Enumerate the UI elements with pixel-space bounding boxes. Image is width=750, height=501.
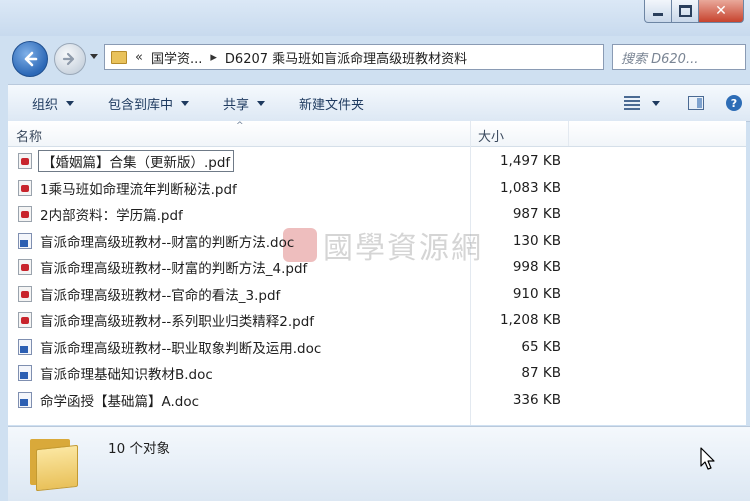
file-name: 1乘马班如命理流年判断秘法.pdf [40,181,237,198]
details-pane: 10 个对象 [8,426,750,501]
file-rows: 【婚姻篇】合集（更新版）.pdf 1,497 KB 1乘马班如命理流年判断秘法.pd… [8,148,746,413]
file-size: 336 KB [512,391,561,408]
breadcrumb-overflow[interactable]: « [135,50,143,65]
file-size: 1,208 KB [499,312,561,329]
pdf-file-icon [18,312,32,328]
file-name: 盲派命理高级班教材--官命的看法_3.pdf [40,287,281,304]
column-header-size[interactable]: 大小 [478,126,504,145]
search-box[interactable]: 搜索 D620... [612,44,746,70]
chevron-down-icon [257,100,266,106]
maximize-icon [678,5,692,17]
file-row[interactable]: 1乘马班如命理流年判断秘法.pdf 1,083 KB [8,175,746,202]
doc-file-icon [18,232,32,249]
file-name: 盲派命理高级班教材--系列职业归类精释2.pdf [40,314,315,331]
navigation-bar: « 国学资... ▸ D6207 乘马班如盲派命理高级班教材资料 搜索 D620… [0,36,750,80]
file-size: 1,497 KB [499,153,561,170]
chevron-down-icon[interactable] [652,100,660,106]
share-label: 共享 [223,97,250,113]
chevron-down-icon [66,100,75,106]
file-size: 987 KB [512,206,561,223]
view-options-icon[interactable] [624,96,640,110]
file-name: 命学函授【基础篇】A.doc [40,393,200,410]
sort-ascending-icon: ^ [236,121,244,131]
file-name: 盲派命理高级班教材--财富的判断方法.doc [40,234,295,251]
file-name: 盲派命理基础知识教材B.doc [40,367,213,384]
doc-file-icon [18,391,32,408]
close-icon: ✕ [715,3,727,19]
share-menu[interactable]: 共享 [223,94,266,113]
file-size: 1,083 KB [499,179,561,196]
include-in-library-label: 包含到库中 [108,97,174,113]
breadcrumb-separator[interactable]: ▸ [210,50,217,65]
pdf-file-icon [18,153,32,169]
breadcrumb-item-current-folder[interactable]: D6207 乘马班如盲派命理高级班教材资料 [225,48,467,67]
file-row[interactable]: 盲派命理高级班教材--财富的判断方法.doc 130 KB [8,228,746,255]
file-size: 910 KB [512,285,561,302]
pdf-file-icon [18,285,32,302]
file-row[interactable]: 盲派命理高级班教材--财富的判断方法_4.pdf 998 KB [8,254,746,281]
item-count: 10 个对象 [108,441,170,457]
maximize-button[interactable] [672,0,699,23]
help-icon[interactable]: ? [726,95,742,111]
address-bar[interactable]: « 国学资... ▸ D6207 乘马班如盲派命理高级班教材资料 [104,44,604,70]
close-button[interactable]: ✕ [699,0,744,23]
column-divider[interactable] [568,121,569,146]
doc-file-icon [18,338,32,355]
column-header: 名称 ^ 大小 [8,121,746,147]
column-header-name[interactable]: 名称 [16,126,42,145]
file-row[interactable]: 盲派命理高级班教材--职业取象判断及运用.doc 65 KB [8,334,746,361]
file-name: 盲派命理高级班教材--财富的判断方法_4.pdf [40,261,308,278]
folder-icon [30,435,78,492]
file-list[interactable]: 名称 ^ 大小 國學資源網 【婚姻篇】合集（更新版）.pdf 1,497 KB 1乘… [8,121,746,425]
file-row[interactable]: 盲派命理高级班教材--官命的看法_3.pdf 910 KB [8,281,746,308]
title-bar: ✕ [0,0,750,36]
file-size: 130 KB [512,232,561,249]
search-input[interactable]: 搜索 D620... [621,48,698,67]
command-bar: 组织 包含到库中 共享 新建文件夹 ? [8,84,750,122]
window-controls: ✕ [644,0,744,23]
file-size: 87 KB [521,365,561,382]
breadcrumb-item-guoxue[interactable]: 国学资... [151,48,202,67]
pdf-file-icon [18,179,32,196]
pdf-file-icon [18,206,32,222]
file-row[interactable]: 盲派命理基础知识教材B.doc 87 KB [8,360,746,387]
minimize-button[interactable] [644,0,672,23]
recent-pages-dropdown-icon[interactable] [90,54,98,59]
mouse-cursor-icon [700,447,715,470]
new-folder-button[interactable]: 新建文件夹 [299,94,364,113]
file-row[interactable]: 2内部资料：学历篇.pdf 987 KB [8,201,746,228]
pdf-file-icon [18,259,32,275]
forward-button[interactable] [54,43,86,75]
minimize-icon [653,12,663,16]
file-row[interactable]: 盲派命理高级班教材--系列职业归类精释2.pdf 1,208 KB [8,307,746,334]
file-name: 盲派命理高级班教材--职业取象判断及运用.doc [40,340,322,357]
preview-pane-icon[interactable] [688,96,704,110]
toolbar-right: ? [624,85,750,121]
new-folder-label: 新建文件夹 [299,97,365,113]
file-row[interactable]: 命学函授【基础篇】A.doc 336 KB [8,387,746,414]
organize-menu[interactable]: 组织 [32,94,75,113]
file-row[interactable]: 【婚姻篇】合集（更新版）.pdf 1,497 KB [8,148,746,175]
back-arrow-icon [24,51,38,67]
file-size: 998 KB [512,259,561,276]
folder-icon [111,50,127,64]
file-size: 65 KB [521,338,561,355]
file-name: 【婚姻篇】合集（更新版）.pdf [38,150,235,173]
doc-file-icon [18,365,32,381]
organize-label: 组织 [32,97,59,113]
back-button[interactable] [12,41,48,77]
file-name: 2内部资料：学历篇.pdf [40,208,183,225]
include-in-library-menu[interactable]: 包含到库中 [108,94,190,113]
forward-arrow-icon [62,52,75,66]
chevron-down-icon [181,100,190,106]
